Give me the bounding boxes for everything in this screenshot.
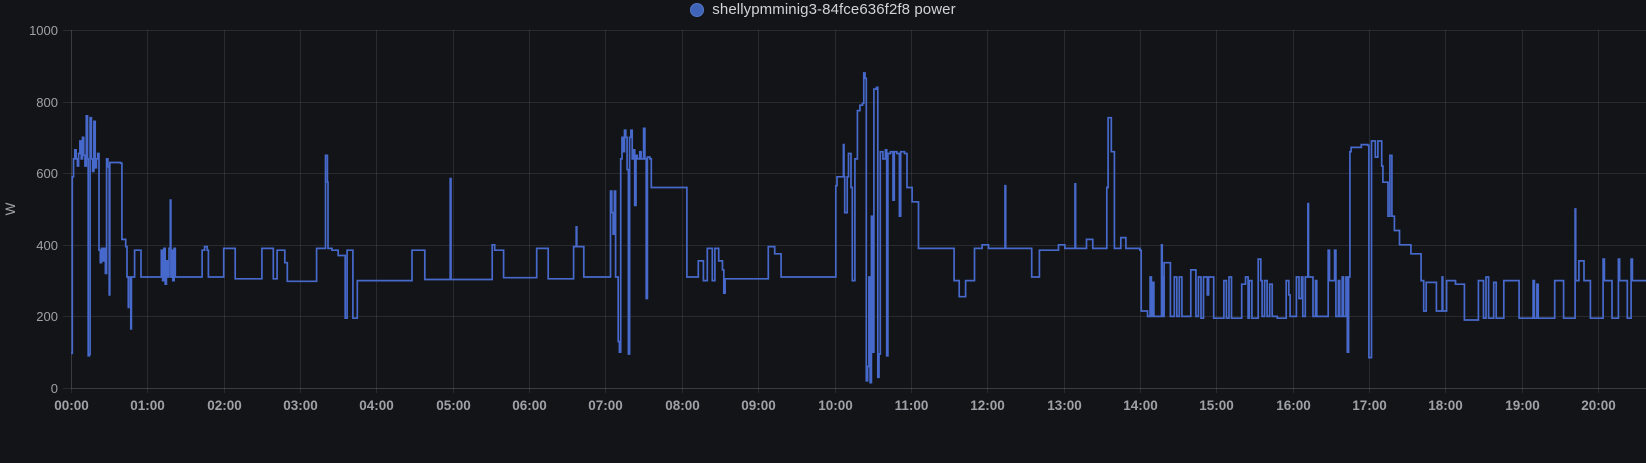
y-tick-label: 200	[36, 309, 58, 324]
x-tick-label: 07:00	[588, 398, 623, 413]
x-tick-label: 09:00	[741, 398, 776, 413]
x-tick-label: 16:00	[1276, 398, 1311, 413]
y-tick-label: 400	[36, 238, 58, 253]
x-tick-label: 08:00	[665, 398, 700, 413]
power-chart-panel: shellypmminig3-84fce636f2f8 power 0 200 40…	[0, 0, 1646, 463]
x-tick-label: 11:00	[895, 398, 929, 413]
legend: shellypmminig3-84fce636f2f8 power	[0, 0, 1646, 20]
x-tick-label: 20:00	[1581, 398, 1616, 413]
x-axis-tick-labels: 00:00 01:00 02:00 03:00 04:00 05:00 06:00 07:00…	[54, 398, 1616, 413]
y-axis-unit-label: W	[3, 202, 18, 215]
x-tick-label: 17:00	[1352, 398, 1387, 413]
legend-series-label: shellypmminig3-84fce636f2f8 power	[712, 0, 955, 20]
x-tick-label: 19:00	[1505, 398, 1540, 413]
x-tick-label: 01:00	[130, 398, 165, 413]
x-tick-label: 14:00	[1123, 398, 1158, 413]
x-tick-label: 03:00	[283, 398, 318, 413]
power-time-series-chart[interactable]: 0 200 400 600 800 1000 00:00 01:00 02:00 03:00 04:…	[0, 0, 1646, 463]
x-tick-label: 18:00	[1428, 398, 1463, 413]
x-tick-label: 13:00	[1047, 398, 1082, 413]
x-tick-label: 05:00	[436, 398, 471, 413]
y-tick-label: 800	[36, 95, 58, 110]
series-line-power[interactable]	[71, 73, 1646, 383]
x-tick-label: 04:00	[359, 398, 394, 413]
x-tick-label: 15:00	[1199, 398, 1234, 413]
y-tick-label: 1000	[29, 23, 58, 38]
y-tick-label: 600	[36, 166, 58, 181]
x-tick-label: 06:00	[512, 398, 547, 413]
x-tick-label: 10:00	[818, 398, 853, 413]
y-tick-label: 0	[51, 381, 58, 396]
x-tick-label: 00:00	[54, 398, 89, 413]
x-tick-label: 12:00	[970, 398, 1005, 413]
legend-item-power[interactable]: shellypmminig3-84fce636f2f8 power	[690, 0, 955, 20]
legend-series-dot-icon	[690, 3, 704, 17]
y-axis-tick-labels: 0 200 400 600 800 1000	[29, 23, 58, 396]
x-tick-label: 02:00	[207, 398, 242, 413]
